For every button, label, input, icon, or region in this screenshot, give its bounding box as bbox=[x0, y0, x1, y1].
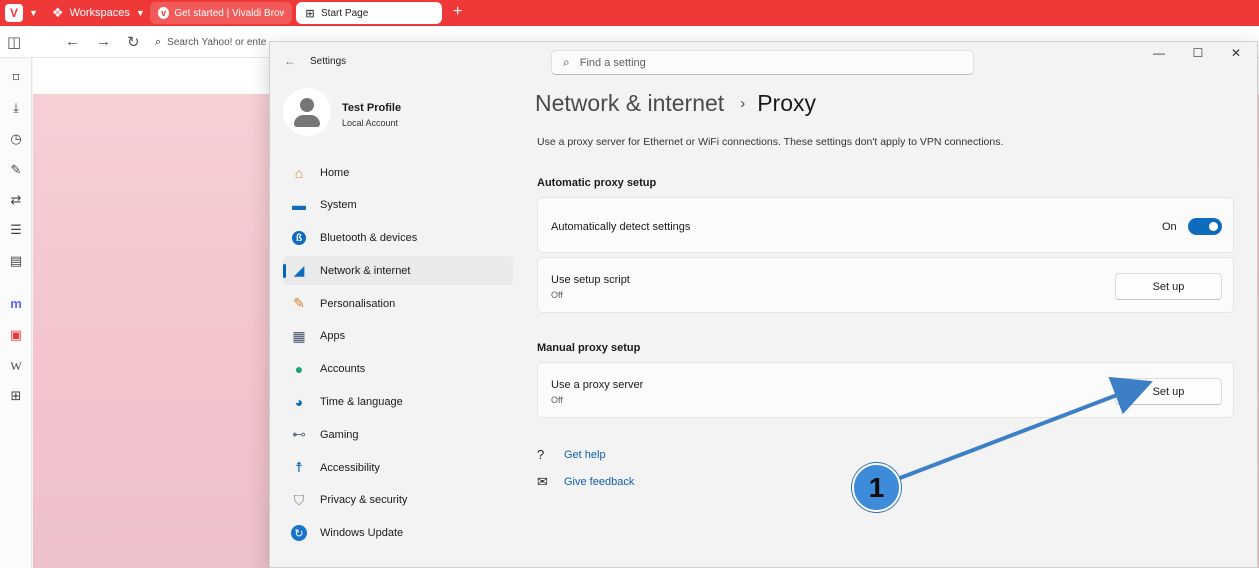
bluetooth-icon: ß bbox=[292, 231, 306, 246]
sidebar-item-network[interactable]: ◢ Network & internet bbox=[283, 256, 513, 286]
profile-account: Local Account bbox=[342, 118, 399, 128]
settings-window: ← Settings ⌕ — ☐ ✕ Test Profile Local Ac… bbox=[269, 41, 1258, 568]
setup-script-title: Use setup script bbox=[551, 274, 630, 286]
sidebar-nav: ⌂ Home ▬ System ß Bluetooth & devices ◢ Netw… bbox=[283, 158, 513, 552]
shield-icon: ⛉ bbox=[293, 491, 305, 508]
feedback-icon: ✉ bbox=[537, 474, 548, 489]
get-help-link[interactable]: ? Get help bbox=[537, 447, 606, 462]
breadcrumb: Network & internet › Proxy bbox=[535, 90, 816, 117]
title-bar: ← Settings ⌕ — ☐ ✕ bbox=[270, 42, 1259, 82]
reload-icon[interactable]: ↻ bbox=[127, 33, 140, 51]
sidebar-item-personalisation[interactable]: ✎ Personalisation bbox=[283, 289, 513, 318]
history-icon[interactable]: ◷ bbox=[8, 131, 24, 147]
sidebar-item-accounts[interactable]: ● Accounts bbox=[283, 355, 513, 384]
sidebar-item-privacy[interactable]: ⛉ Privacy & security bbox=[283, 486, 513, 515]
toggle-state-label: On bbox=[1162, 221, 1177, 233]
auto-detect-toggle[interactable] bbox=[1188, 218, 1222, 235]
proxy-server-title: Use a proxy server bbox=[551, 379, 644, 391]
accessibility-icon: ☨ bbox=[295, 459, 303, 476]
avatar[interactable] bbox=[283, 88, 331, 136]
setup-script-button[interactable]: Set up bbox=[1115, 273, 1222, 300]
vivaldi-icon[interactable]: ▣ bbox=[8, 327, 24, 343]
setup-script-card: Use setup script Off Set up bbox=[537, 257, 1234, 313]
brush-icon: ✎ bbox=[293, 295, 305, 312]
tab-start-page[interactable]: ⊞ Start Page bbox=[296, 2, 442, 24]
auto-detect-card: Automatically detect settings On bbox=[537, 197, 1234, 253]
wikipedia-icon[interactable]: W bbox=[8, 358, 24, 374]
sidebar-item-gaming[interactable]: ⊷ Gaming bbox=[283, 420, 513, 449]
address-field[interactable]: ⌕ Search Yahoo! or enter bbox=[155, 32, 275, 52]
avatar-body bbox=[294, 115, 320, 127]
add-panel-icon[interactable]: ⊞ bbox=[8, 388, 24, 404]
help-icon: ? bbox=[537, 447, 545, 462]
chevron-right-icon: › bbox=[740, 95, 746, 112]
back-arrow-icon[interactable]: ← bbox=[65, 33, 80, 50]
grid-icon: ⊞ bbox=[305, 7, 315, 20]
sidebar-item-windows-update[interactable]: ↻ Windows Update bbox=[283, 519, 513, 548]
auto-detect-title: Automatically detect settings bbox=[551, 221, 691, 233]
mastodon-icon[interactable]: m bbox=[8, 296, 24, 312]
sidebar-item-home[interactable]: ⌂ Home bbox=[283, 158, 513, 187]
chevron-down-icon: ▼ bbox=[135, 8, 145, 18]
person-icon: ● bbox=[294, 361, 304, 378]
section-title-manual: Manual proxy setup bbox=[537, 342, 641, 354]
bookmark-icon[interactable]: ⌑ bbox=[8, 70, 24, 86]
back-arrow-icon[interactable]: ← bbox=[284, 54, 296, 68]
maximize-icon[interactable]: ☐ bbox=[1183, 46, 1213, 60]
give-feedback-link[interactable]: ✉ Give feedback bbox=[537, 474, 634, 490]
minimize-icon[interactable]: — bbox=[1144, 46, 1174, 60]
monitor-icon: ▬ bbox=[292, 197, 306, 214]
chevron-down-icon[interactable]: ▼ bbox=[29, 8, 38, 18]
globe-clock-icon: ◕ bbox=[294, 394, 304, 411]
avatar-head bbox=[300, 98, 314, 112]
browser-tab-bar: V ▼ ❖ Workspaces ▼ v Get started | Vival… bbox=[0, 0, 1259, 26]
reading-list-icon[interactable]: ▤ bbox=[8, 253, 24, 269]
search-icon: ⌕ bbox=[563, 55, 570, 69]
search-input[interactable] bbox=[579, 56, 940, 69]
vivaldi-menu-button[interactable]: V bbox=[5, 4, 23, 22]
vivaldi-icon: v bbox=[158, 7, 170, 19]
workspaces-button[interactable]: ❖ Workspaces ▼ bbox=[52, 5, 145, 21]
home-icon: ⌂ bbox=[294, 164, 304, 181]
sidebar-item-accessibility[interactable]: ☨ Accessibility bbox=[283, 453, 513, 482]
proxy-server-status: Off bbox=[551, 395, 563, 405]
tab-get-started[interactable]: v Get started | Vivaldi Browser bbox=[150, 2, 292, 24]
toggle-knob bbox=[1209, 222, 1218, 231]
setup-script-status: Off bbox=[551, 290, 563, 300]
side-panel: ⌑ ⤓ ◷ ✎ ⇄ ☰ ▤ m ▣ W ⊞ bbox=[0, 58, 32, 568]
section-title-automatic: Automatic proxy setup bbox=[537, 177, 657, 189]
new-tab-button[interactable]: + bbox=[453, 3, 462, 21]
panel-toggle-icon[interactable]: ◫ bbox=[7, 33, 21, 51]
app-title: Settings bbox=[310, 56, 347, 67]
profile-name: Test Profile bbox=[342, 102, 402, 114]
translate-icon[interactable]: ⇄ bbox=[8, 192, 24, 208]
layers-icon: ❖ bbox=[51, 5, 64, 20]
download-icon[interactable]: ⤓ bbox=[8, 100, 24, 116]
sidebar-item-system[interactable]: ▬ System bbox=[283, 191, 513, 220]
step-badge: 1 bbox=[852, 463, 901, 512]
notes-icon[interactable]: ✎ bbox=[8, 162, 24, 178]
sidebar-item-time-language[interactable]: ◕ Time & language bbox=[283, 388, 513, 417]
sidebar-item-apps[interactable]: ▦ Apps bbox=[283, 322, 513, 351]
sidebar-item-bluetooth[interactable]: ß Bluetooth & devices bbox=[283, 224, 513, 253]
breadcrumb-parent[interactable]: Network & internet bbox=[535, 90, 724, 117]
search-icon: ⌕ bbox=[155, 35, 162, 48]
page-description: Use a proxy server for Ethernet or WiFi … bbox=[537, 136, 1004, 148]
gamepad-icon: ⊷ bbox=[292, 426, 306, 443]
update-icon: ↻ bbox=[291, 525, 307, 542]
apps-icon: ▦ bbox=[292, 327, 306, 344]
search-box: ⌕ bbox=[551, 50, 974, 75]
close-icon[interactable]: ✕ bbox=[1221, 46, 1251, 60]
forward-arrow-icon[interactable]: → bbox=[96, 33, 111, 50]
page-title: Proxy bbox=[757, 90, 816, 116]
window-stack-icon[interactable]: ☰ bbox=[8, 222, 24, 238]
proxy-server-card: Use a proxy server Off Set up bbox=[537, 362, 1234, 418]
wifi-icon: ◢ bbox=[293, 262, 305, 279]
proxy-setup-button[interactable]: Set up bbox=[1115, 378, 1222, 405]
